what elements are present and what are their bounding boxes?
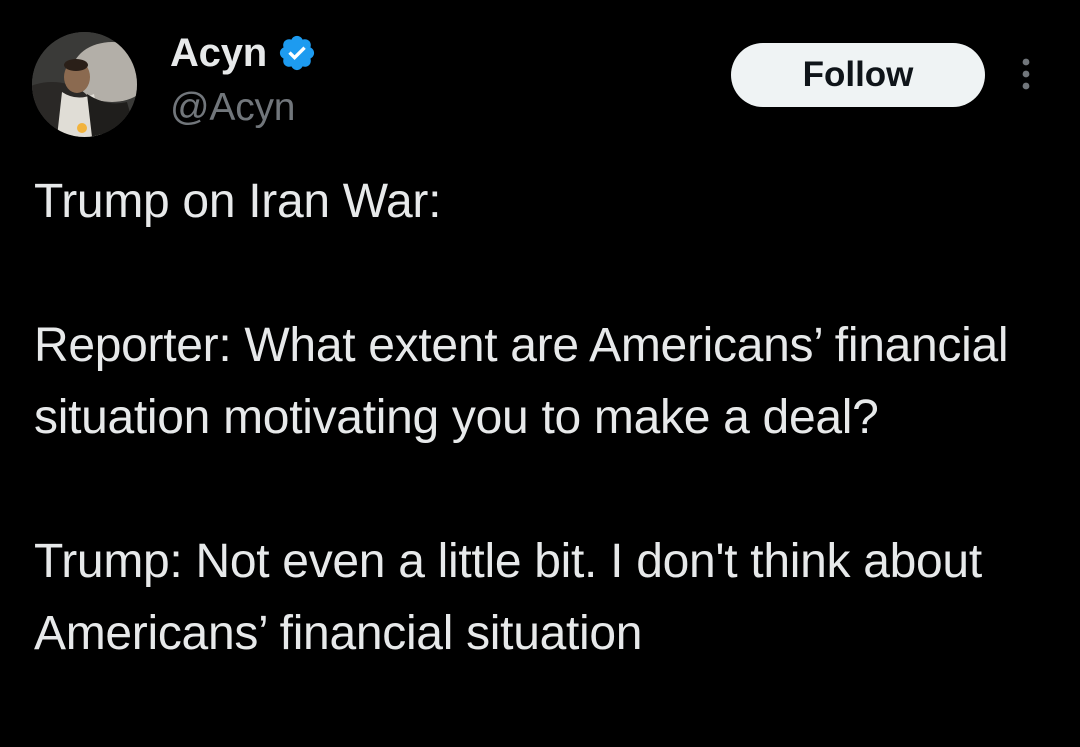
more-options-icon [1022,58,1030,90]
author-name-row: Acyn [170,30,317,76]
tweet-paragraph: Reporter: What extent are Americans’ fin… [34,319,1009,444]
author-display-name[interactable]: Acyn [170,31,267,76]
tweet-paragraph: Trump: Not even a little bit. I don't th… [34,535,982,660]
tweet-card: Acyn @Acyn Follow Trump on Iran War: Rep… [0,0,1080,747]
tweet-text: Trump on Iran War: Reporter: What extent… [34,166,1044,670]
avatar[interactable] [32,32,137,137]
more-options-button[interactable] [1010,56,1042,96]
follow-button[interactable]: Follow [731,43,985,107]
author-handle[interactable]: @Acyn [170,86,295,130]
tweet-paragraph: Trump on Iran War: [34,175,442,228]
verified-badge-icon [279,35,315,71]
avatar-image [32,32,137,137]
